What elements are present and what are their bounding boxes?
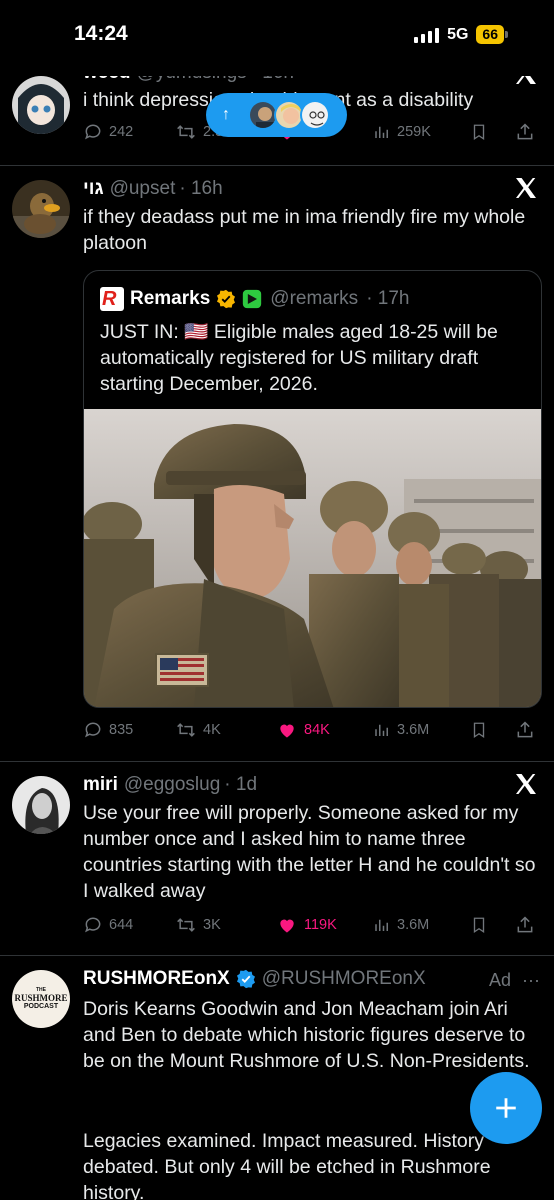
views-button[interactable]: 259K [373, 122, 431, 142]
avatar-text-sub: PODCAST [23, 1003, 59, 1010]
user-handle[interactable]: @upset [110, 178, 176, 200]
post-time: · 16h [179, 178, 223, 199]
views-button[interactable]: 3.6M [373, 915, 429, 935]
reply-icon [85, 124, 101, 140]
repost-button[interactable]: 4K [175, 720, 221, 740]
ad-tweet[interactable]: THE RUSHMORE PODCAST RUSHMOREonX @RUSHMO… [0, 956, 554, 1200]
like-button[interactable]: 119K [276, 915, 337, 935]
pill-avatar-3 [300, 100, 330, 130]
reply-icon [85, 722, 101, 738]
display-name[interactable]: גוי [83, 178, 104, 200]
like-button[interactable]: 84K [276, 720, 330, 740]
post-time: · 1d [224, 774, 258, 795]
rushmore-podcast-logo[interactable]: THE RUSHMORE PODCAST [12, 970, 70, 1028]
status-time: 14:24 [74, 22, 128, 45]
quote-handle[interactable]: @remarks [270, 288, 358, 310]
repost-count: 3K [203, 917, 221, 933]
share-icon [517, 916, 533, 933]
quoted-tweet[interactable]: R Remarks @remarks · 17h JUST IN: 🇺🇸 Eli… [83, 270, 542, 708]
ad-label-text: Ad [488, 970, 511, 990]
share-icon [517, 123, 533, 140]
avatar[interactable] [12, 776, 70, 834]
quote-text-prefix: JUST IN: [100, 321, 179, 343]
quote-display-name[interactable]: Remarks [130, 288, 210, 310]
repost-icon [177, 918, 195, 932]
status-bar: 14:24 5G 66 [0, 0, 554, 76]
user-handle[interactable]: @RUSHMOREonX [262, 968, 426, 990]
tweet-text-2: Legacies examined. Impact measured. Hist… [83, 1130, 491, 1200]
soldiers-photo[interactable] [84, 409, 541, 707]
quote-text: JUST IN: 🇺🇸 Eligible males aged 18-25 wi… [100, 319, 520, 397]
reply-count: 835 [109, 722, 134, 738]
heart-filled-icon [280, 919, 294, 933]
like-count: 84K [304, 722, 330, 738]
compose-post-button[interactable] [470, 1072, 542, 1144]
repost-button[interactable]: 3K [175, 915, 221, 935]
more-options-icon[interactable]: ··· [522, 970, 540, 990]
us-flag-emoji: 🇺🇸 [184, 321, 209, 343]
bookmark-icon [473, 124, 485, 141]
user-handle[interactable]: @eggoslug [124, 774, 220, 796]
new-posts-pill[interactable]: ↑ [206, 93, 347, 137]
like-count: 119K [304, 917, 337, 933]
tweet-header: RUSHMOREonX @RUSHMOREonX [83, 968, 426, 990]
reply-button[interactable]: 242 [83, 122, 133, 142]
ad-label: Ad ··· [489, 970, 540, 991]
network-type: 5G [447, 25, 469, 43]
heart-filled-icon [280, 724, 294, 738]
remarks-logo-icon: R [100, 287, 124, 311]
status-indicators: 5G 66 [414, 25, 508, 44]
reply-button[interactable]: 835 [83, 720, 133, 740]
tweet-3[interactable]: miri @eggoslug · 1d Use your free will p… [0, 762, 554, 955]
affiliate-badge-icon [243, 289, 262, 309]
share-icon [517, 721, 533, 738]
avatar-text-main: RUSHMORE [14, 993, 68, 1003]
share-button[interactable] [515, 720, 535, 740]
tweet-actions: 835 4K 84K 3.6M [83, 720, 538, 746]
reply-icon [85, 917, 101, 933]
verified-gold-icon [217, 289, 236, 309]
repost-icon [177, 125, 195, 139]
bookmark-icon [473, 917, 485, 934]
bookmark-button[interactable] [470, 720, 488, 740]
arrow-up-icon: ↑ [222, 106, 230, 123]
views-count: 3.6M [397, 917, 430, 933]
repost-icon [177, 723, 195, 737]
tweet-actions: 644 3K 119K 3.6M [83, 915, 538, 941]
repost-count: 4K [203, 722, 221, 738]
quote-time: · 17h [366, 288, 410, 309]
views-count: 259K [397, 124, 431, 140]
battery-icon: 66 [476, 25, 508, 44]
reply-button[interactable]: 644 [83, 915, 133, 935]
x-logo-icon [514, 176, 540, 202]
tweet-header: גוי @upset · 16h [83, 178, 223, 200]
share-button[interactable] [515, 122, 535, 142]
display-name[interactable]: miri [83, 774, 118, 796]
reply-count: 242 [109, 124, 134, 140]
tweet-header: miri @eggoslug · 1d [83, 774, 257, 796]
reply-count: 644 [109, 917, 134, 933]
battery-level: 66 [476, 25, 504, 44]
display-name[interactable]: RUSHMOREonX [83, 968, 230, 990]
signal-icon [414, 27, 440, 43]
views-icon [375, 126, 388, 138]
x-logo-icon [514, 772, 540, 798]
tweet-2[interactable]: גוי @upset · 16h if they deadass put me … [0, 166, 554, 761]
views-icon [375, 724, 388, 736]
views-icon [375, 919, 388, 931]
avatar[interactable] [12, 76, 70, 134]
bookmark-icon [473, 722, 485, 739]
bookmark-button[interactable] [470, 122, 488, 142]
tweet-text: Use your free will properly. Someone ask… [83, 802, 536, 902]
views-button[interactable]: 3.6M [373, 720, 429, 740]
plus-icon [496, 1098, 516, 1118]
views-count: 3.6M [397, 722, 430, 738]
bookmark-button[interactable] [470, 915, 488, 935]
quote-header: R Remarks @remarks · 17h [100, 287, 410, 311]
avatar[interactable] [12, 180, 70, 238]
share-button[interactable] [515, 915, 535, 935]
tweet-text: Doris Kearns Goodwin and Jon Meacham joi… [83, 998, 530, 1072]
verified-blue-icon [236, 969, 255, 989]
tweet-text: if they deadass put me in ima friendly f… [83, 206, 526, 254]
